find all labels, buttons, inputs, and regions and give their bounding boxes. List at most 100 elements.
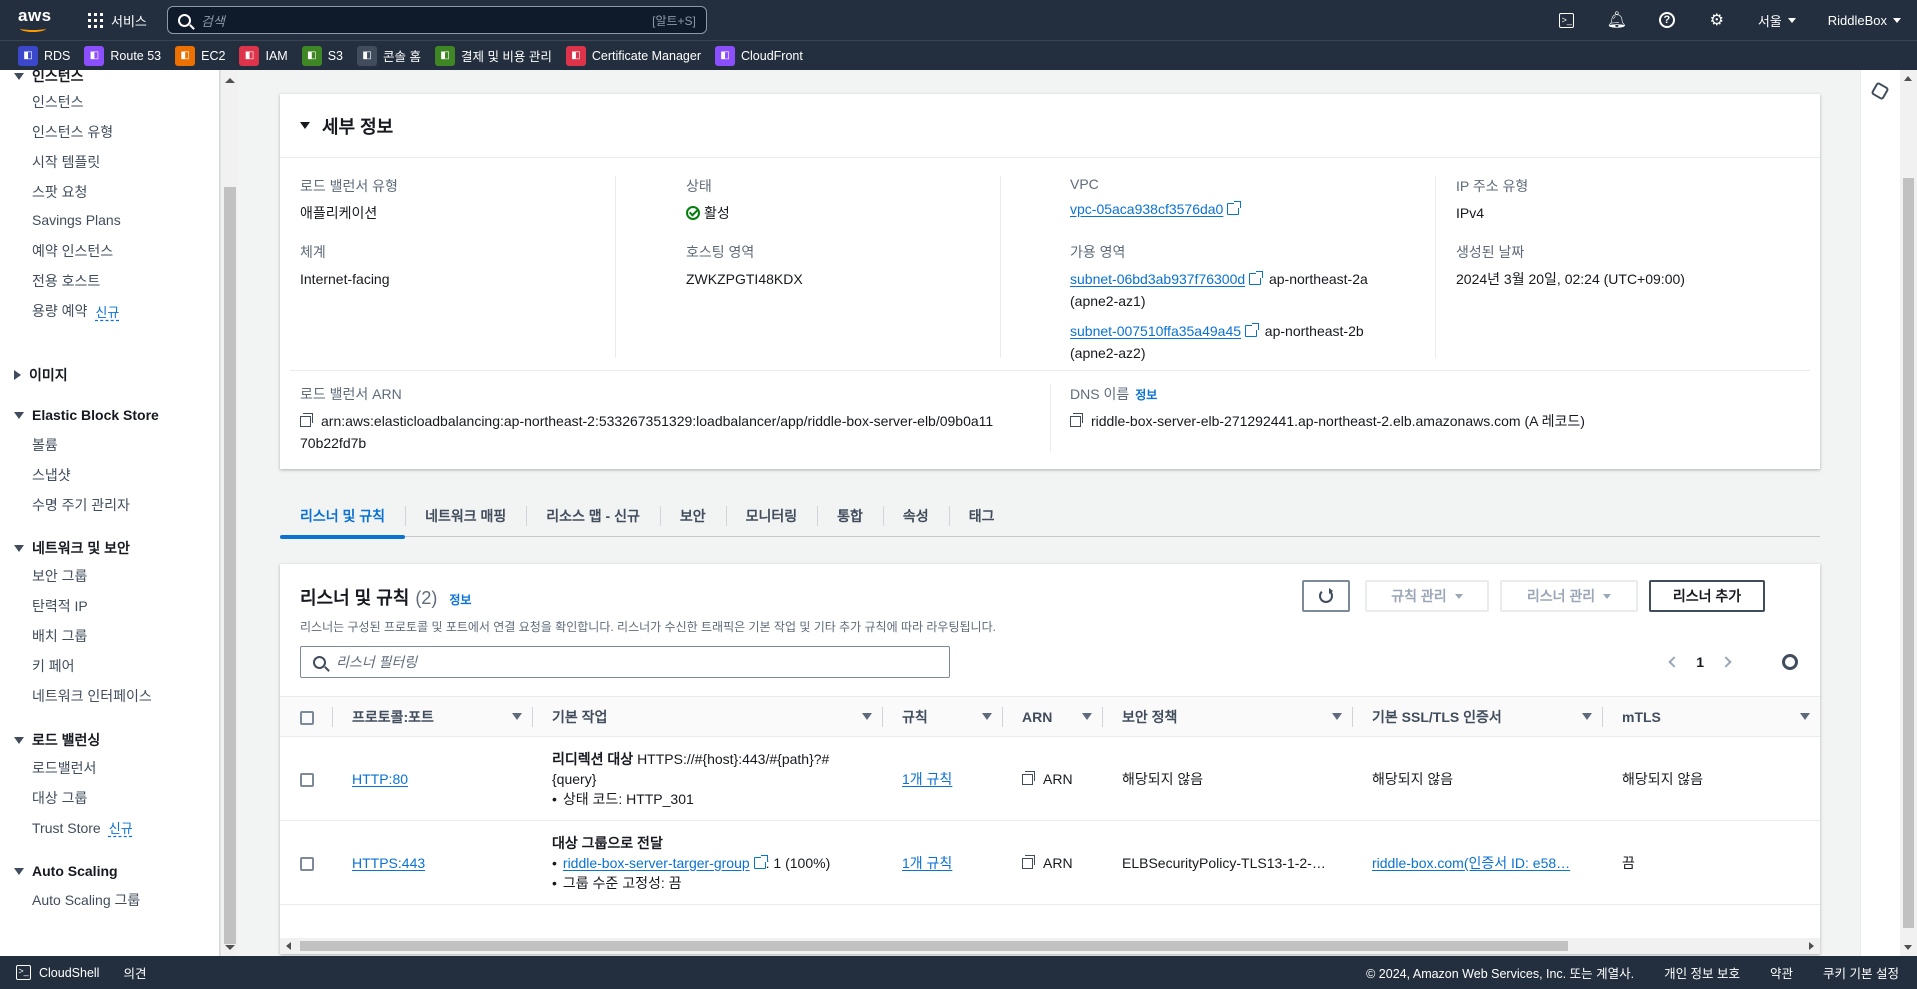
column-header-mtls[interactable]: mTLS — [1602, 697, 1820, 737]
privacy-link[interactable]: 개인 정보 보호 — [1664, 963, 1740, 982]
sidebar-item-instances[interactable]: 인스턴스 — [32, 92, 84, 112]
aws-logo[interactable]: aws — [14, 0, 74, 40]
cloudshell-button[interactable]: >_ CloudShell — [16, 965, 99, 980]
current-page[interactable]: 1 — [1696, 654, 1704, 670]
sidebar-item-auto-scaling-groups[interactable]: Auto Scaling 그룹 — [32, 890, 140, 910]
copy-icon[interactable] — [300, 413, 313, 427]
copy-icon[interactable] — [1022, 770, 1035, 785]
favorite-certificate-manager[interactable]: ◧ Certificate Manager — [565, 45, 701, 66]
sidebar-section-network-security[interactable]: 네트워크 및 보안 — [14, 538, 130, 558]
table-horizontal-scrollbar[interactable] — [280, 938, 1820, 954]
select-all-checkbox[interactable] — [300, 710, 314, 725]
account-menu[interactable]: RiddleBox — [1812, 13, 1917, 28]
settings-gear-icon[interactable]: ⚙ — [1692, 0, 1742, 40]
sidebar-item-volumes[interactable]: 볼륨 — [32, 435, 58, 455]
sidebar-item-elastic-ips[interactable]: 탄력적 IP — [32, 596, 88, 616]
listener-link[interactable]: HTTPS:443 — [352, 855, 425, 871]
sidebar-item-capacity-reservations[interactable]: 용량 예약 신규 — [32, 301, 119, 321]
table-row[interactable]: HTTP:80 리디렉션 대상 HTTPS://#{host}:443/#{pa… — [280, 737, 1820, 821]
tab-6[interactable]: 속성 — [882, 495, 949, 537]
tab-3[interactable]: 보안 — [659, 495, 726, 537]
sidebar-item-security-groups[interactable]: 보안 그룹 — [32, 566, 87, 586]
scrollbar-thumb[interactable] — [224, 187, 236, 944]
cookie-preferences-link[interactable]: 쿠키 기본 설정 — [1823, 963, 1899, 982]
previous-page-icon[interactable] — [1668, 656, 1680, 668]
terms-link[interactable]: 약관 — [1770, 963, 1793, 982]
copy-icon[interactable] — [1070, 413, 1083, 427]
region-selector[interactable]: 서울 — [1742, 11, 1812, 30]
sidebar-section-load-balancing[interactable]: 로드 밸런싱 — [14, 730, 100, 750]
favorite-cloudfront[interactable]: ◧ CloudFront — [714, 45, 803, 66]
favorite-console-home[interactable]: ◧ 콘솔 홈 — [357, 45, 421, 66]
rules-link[interactable]: 1개 규칙 — [902, 771, 952, 787]
sidebar-section-ebs[interactable]: Elastic Block Store — [14, 407, 159, 423]
sidebar-item-lifecycle-manager[interactable]: 수명 주기 관리자 — [32, 495, 130, 515]
scrollbar-thumb[interactable] — [300, 941, 1568, 951]
column-header-default-action[interactable]: 기본 작업 — [532, 697, 882, 737]
scroll-down-arrow-icon[interactable] — [225, 945, 235, 950]
tab-7[interactable]: 태그 — [948, 495, 1015, 537]
help-panel-icon[interactable] — [1870, 81, 1890, 101]
subnet-link[interactable]: subnet-007510ffa35a49a45 — [1070, 323, 1241, 339]
refresh-button[interactable] — [1302, 580, 1350, 612]
target-group-link[interactable]: riddle-box-server-targer-group — [563, 855, 750, 871]
add-listener-button[interactable]: 리스너 추가 — [1649, 580, 1765, 612]
sidebar-item-load-balancers[interactable]: 로드밸런서 — [32, 758, 96, 778]
tab-2[interactable]: 리소스 맵 - 신규 — [526, 495, 660, 537]
feedback-link[interactable]: 의견 — [123, 963, 146, 982]
tab-4[interactable]: 모니터링 — [725, 495, 818, 537]
details-header[interactable]: 세부 정보 — [280, 94, 1820, 158]
sidebar-item-trust-store[interactable]: Trust Store 신규 — [32, 818, 133, 837]
dns-info-link[interactable]: 정보 — [1135, 388, 1157, 402]
column-header-rules[interactable]: 규칙 — [882, 697, 1002, 737]
scroll-right-arrow-icon[interactable] — [1809, 942, 1814, 950]
sidebar-item-reserved-instances[interactable]: 예약 인스턴스 — [32, 241, 113, 261]
sidebar-item-spot-requests[interactable]: 스팟 요청 — [32, 182, 87, 202]
favorite-s3[interactable]: ◧ S3 — [301, 45, 343, 66]
column-header-security-policy[interactable]: 보안 정책 — [1102, 697, 1352, 737]
favorite-ec2[interactable]: ◧ EC2 — [175, 45, 225, 66]
services-menu-button[interactable]: 서비스 — [80, 0, 155, 40]
copy-icon[interactable] — [1022, 854, 1035, 869]
favorite-billing[interactable]: ◧ 결제 및 비용 관리 — [434, 45, 552, 66]
column-header-protocol[interactable]: 프로토콜:포트 — [332, 697, 532, 737]
table-preferences-gear-icon[interactable] — [1782, 654, 1798, 670]
favorite-route53[interactable]: ◧ Route 53 — [84, 45, 161, 66]
scroll-up-arrow-icon[interactable] — [225, 78, 235, 83]
sidebar-item-instance-types[interactable]: 인스턴스 유형 — [32, 122, 113, 142]
tab-1[interactable]: 네트워크 매핑 — [405, 495, 526, 537]
manage-listener-button[interactable]: 리스너 관리 — [1500, 580, 1638, 612]
certificate-link[interactable]: riddle-box.com(인증서 ID: e58… — [1372, 855, 1570, 871]
sidebar-section-instances[interactable]: 인스턴스 — [14, 70, 84, 86]
page-scrollbar[interactable] — [1900, 70, 1917, 956]
sidebar-item-network-interfaces[interactable]: 네트워크 인터페이스 — [32, 686, 152, 706]
sidebar-section-images[interactable]: 이미지 — [14, 365, 68, 385]
tab-0[interactable]: 리스너 및 규칙 — [280, 495, 406, 539]
global-search-input[interactable]: 검색 [알트+S] — [166, 6, 707, 34]
sidebar-item-launch-templates[interactable]: 시작 템플릿 — [32, 152, 100, 172]
sidebar-item-target-groups[interactable]: 대상 그룹 — [32, 788, 87, 808]
sidebar-scrollbar[interactable] — [220, 70, 238, 956]
scroll-up-arrow-icon[interactable] — [1904, 76, 1912, 81]
subnet-link[interactable]: subnet-06bd3ab937f76300d — [1070, 271, 1245, 287]
favorite-iam[interactable]: ◧ IAM — [239, 45, 288, 66]
sidebar-item-key-pairs[interactable]: 키 페어 — [32, 656, 75, 676]
sidebar-item-snapshots[interactable]: 스냅샷 — [32, 465, 71, 485]
scroll-down-arrow-icon[interactable] — [1904, 945, 1912, 950]
help-icon[interactable]: ? — [1642, 0, 1692, 40]
rules-link[interactable]: 1개 규칙 — [902, 855, 952, 871]
scrollbar-thumb[interactable] — [1903, 178, 1914, 928]
sidebar-item-savings-plans[interactable]: Savings Plans — [32, 212, 121, 228]
manage-rules-button[interactable]: 규칙 관리 — [1365, 580, 1489, 612]
sidebar-section-auto-scaling[interactable]: Auto Scaling — [14, 863, 118, 879]
listeners-info-link[interactable]: 정보 — [449, 591, 471, 608]
row-checkbox[interactable] — [300, 856, 314, 871]
next-page-icon[interactable] — [1720, 656, 1732, 668]
cloudshell-icon[interactable]: >_ — [1542, 0, 1592, 40]
listener-link[interactable]: HTTP:80 — [352, 771, 408, 787]
tab-5[interactable]: 통합 — [817, 495, 883, 537]
listener-filter-input[interactable]: 리스너 필터링 — [300, 646, 950, 678]
sidebar-item-placement-groups[interactable]: 배치 그룹 — [32, 626, 87, 646]
sidebar-item-dedicated-hosts[interactable]: 전용 호스트 — [32, 271, 100, 291]
table-row[interactable]: HTTPS:443 대상 그룹으로 전달 riddle-box-server-t… — [280, 821, 1820, 905]
